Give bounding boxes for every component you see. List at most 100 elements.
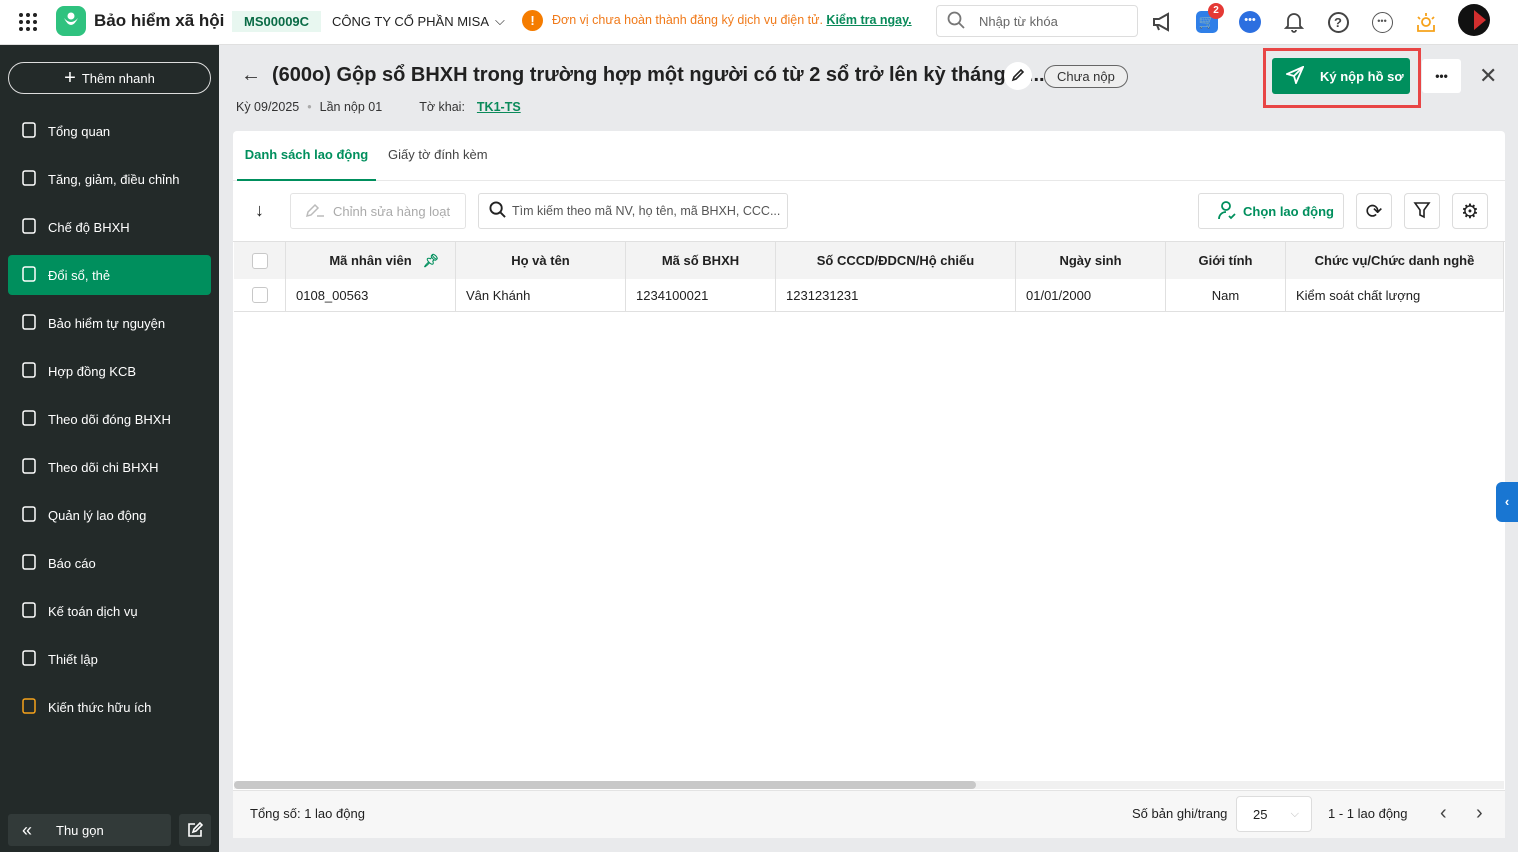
copy-icon [20, 265, 38, 286]
scrollbar-thumb[interactable] [234, 781, 976, 789]
more-actions-button[interactable]: ••• [1422, 59, 1461, 93]
global-search-input[interactable]: Nhập từ khóa [936, 5, 1138, 37]
header-meta: Kỳ 09/2025 • Lần nộp 01 Tờ khai: TK1-TS [236, 100, 521, 114]
next-page-icon[interactable]: › [1476, 802, 1483, 825]
megaphone-icon[interactable] [1150, 9, 1176, 35]
page-title: (600o) Gộp sổ BHXH trong trường hợp một … [272, 64, 1045, 86]
shield-heart-icon [20, 217, 38, 238]
sidebar-item-label: Hợp đồng KCB [48, 363, 137, 379]
search-placeholder: Nhập từ khóa [979, 13, 1058, 29]
sidebar-item-label: Theo dõi chi BHXH [48, 459, 159, 475]
chevron-down-icon: ⌵ [495, 13, 505, 28]
warning-message: Đơn vị chưa hoàn thành đăng ký dịch vụ đ… [552, 13, 823, 27]
tab-employee-list[interactable]: Danh sách lao động [237, 131, 376, 181]
user-check-icon [1217, 200, 1237, 223]
filter-icon [1413, 201, 1431, 222]
sidebar-item-0[interactable]: Tổng quan [8, 111, 211, 151]
plus-icon: + [64, 67, 76, 89]
refresh-button[interactable]: ⟳ [1356, 193, 1392, 229]
submit-sign-button[interactable]: Ký nộp hồ sơ [1272, 58, 1410, 94]
help-icon[interactable]: ? [1325, 9, 1351, 35]
prev-page-icon[interactable]: ‹ [1440, 802, 1447, 825]
sidebar-item-label: Báo cáo [48, 555, 96, 571]
separator-dot: • [307, 100, 312, 114]
horizontal-scrollbar[interactable] [234, 781, 1504, 789]
sidebar-item-11[interactable]: Thiết lập [8, 639, 211, 679]
edit-title-button[interactable] [1004, 62, 1032, 90]
back-arrow-icon[interactable]: ← [241, 64, 261, 87]
document-track-icon [20, 409, 38, 430]
bulk-edit-button[interactable]: Chỉnh sửa hàng loạt [290, 193, 466, 229]
submission-number: Lần nộp 01 [319, 100, 383, 114]
report-icon [20, 553, 38, 574]
content-card [233, 131, 1505, 838]
per-page-select[interactable]: 25 ⌵ [1236, 796, 1312, 832]
total-count: Tổng số: 1 lao động [250, 806, 365, 821]
select-all-cell [234, 242, 286, 279]
sidebar-item-4[interactable]: Bảo hiểm tự nguyện [8, 303, 211, 343]
app-grid-icon[interactable] [18, 12, 38, 32]
sidebar-item-7[interactable]: Theo dõi chi BHXH [8, 447, 211, 487]
knowledge-bulb-icon[interactable] [1413, 9, 1439, 35]
chat-icon[interactable]: ••• [1237, 9, 1263, 35]
shield-icon [20, 313, 38, 334]
column-header-id-number[interactable]: Số CCCD/ĐDCN/Hộ chiếu [776, 242, 1016, 279]
app-title: Bảo hiểm xã hội [94, 11, 225, 30]
sidebar-item-8[interactable]: Quản lý lao động [8, 495, 211, 535]
quick-add-button[interactable]: + Thêm nhanh [8, 62, 211, 94]
choose-employee-button[interactable]: Chọn lao động [1198, 193, 1344, 229]
settings-button[interactable]: ⚙ [1452, 193, 1488, 229]
tax-code: MS00009C [232, 11, 322, 32]
column-header-gender[interactable]: Giới tính [1166, 242, 1286, 279]
column-header-insurance-code[interactable]: Mã số BHXH [626, 242, 776, 279]
sidebar-item-12[interactable]: Kiến thức hữu ích [8, 687, 211, 727]
sidebar-item-label: Kiến thức hữu ích [48, 699, 152, 715]
tab-attachments[interactable]: Giấy tờ đính kèm [388, 131, 488, 181]
sidebar-item-label: Tăng, giảm, điều chỉnh [48, 171, 180, 187]
employee-search-input[interactable]: Tìm kiếm theo mã NV, họ tên, mã BHXH, CC… [478, 193, 788, 229]
per-page-label: Số bản ghi/trang [1132, 806, 1228, 821]
more-apps-icon[interactable]: ••• [1369, 9, 1395, 35]
company-selector[interactable]: CÔNG TY CỔ PHẦN MISA ⌵ [332, 13, 505, 29]
sidebar-item-label: Thiết lập [48, 651, 98, 667]
sidebar-item-10[interactable]: Kế toán dịch vụ [8, 591, 211, 631]
collapse-sidebar-button[interactable]: « Thu gọn [8, 814, 171, 846]
sidebar-item-1[interactable]: Tăng, giảm, điều chỉnh [8, 159, 211, 199]
sidebar-item-3[interactable]: Đổi sổ, thẻ [8, 255, 211, 295]
sidebar: + Thêm nhanh Tổng quan Tăng, giảm, điều ch… [0, 45, 219, 852]
sidebar-item-5[interactable]: Hợp đồng KCB [8, 351, 211, 391]
column-header-birthdate[interactable]: Ngày sinh [1016, 242, 1166, 279]
search-icon [489, 201, 506, 221]
top-bar: Bảo hiểm xã hội MS00009C CÔNG TY CỔ PHẦN… [0, 0, 1518, 45]
pin-icon[interactable]: 📌︎ [422, 253, 439, 269]
sidebar-item-6[interactable]: Theo dõi đóng BHXH [8, 399, 211, 439]
column-header-employee-code[interactable]: Mã nhân viên 📌︎ [286, 242, 456, 279]
users-icon [20, 505, 38, 526]
user-avatar[interactable] [1458, 4, 1490, 36]
bell-icon[interactable] [1281, 9, 1307, 35]
select-all-checkbox[interactable] [251, 252, 268, 269]
sidebar-item-9[interactable]: Báo cáo [8, 543, 211, 583]
edit-menu-icon[interactable] [179, 814, 211, 846]
close-icon[interactable]: ✕ [1479, 63, 1497, 89]
row-checkbox[interactable] [251, 287, 268, 303]
bulb-icon [20, 697, 38, 718]
form-link[interactable]: TK1-TS [477, 100, 521, 114]
sidebar-item-label: Bảo hiểm tự nguyện [48, 315, 166, 331]
quick-add-label: Thêm nhanh [81, 70, 155, 86]
column-label: Mã nhân viên [329, 253, 412, 268]
column-header-name[interactable]: Họ và tên [456, 242, 626, 279]
column-header-position[interactable]: Chức vụ/Chức danh nghề [1286, 242, 1504, 279]
submit-label: Ký nộp hồ sơ [1320, 68, 1404, 84]
gear-icon: ⚙ [1461, 200, 1479, 223]
cell-position: Kiểm soát chất lượng [1286, 279, 1504, 312]
sort-down-icon[interactable]: ↓ [255, 200, 264, 221]
filter-button[interactable] [1404, 193, 1440, 229]
accounting-icon [20, 601, 38, 622]
row-select-cell [234, 279, 286, 312]
bulk-edit-label: Chỉnh sửa hàng loạt [333, 203, 451, 219]
check-now-link[interactable]: Kiểm tra ngay. [826, 13, 911, 27]
expand-panel-tab[interactable]: ‹ [1496, 482, 1518, 522]
sidebar-item-2[interactable]: Chế độ BHXH [8, 207, 211, 247]
sidebar-item-label: Kế toán dịch vụ [48, 603, 138, 619]
